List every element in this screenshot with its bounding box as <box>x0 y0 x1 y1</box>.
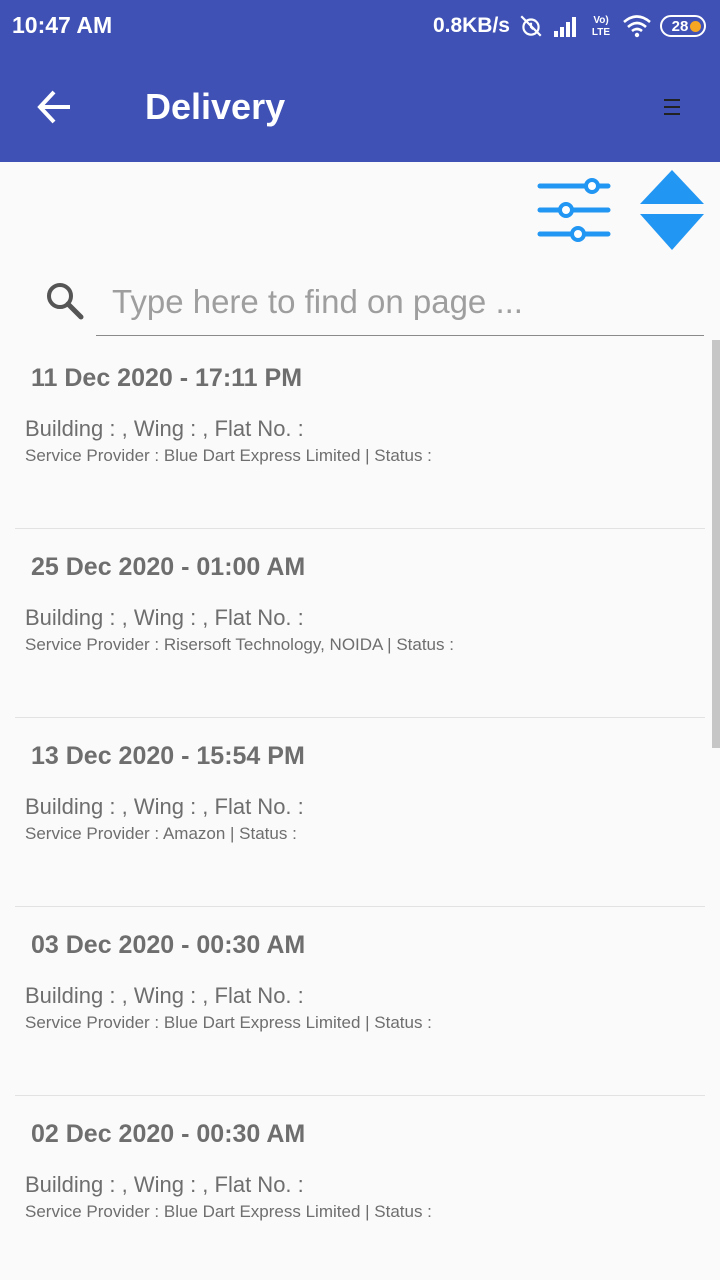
delivery-address: Building : , Wing : , Flat No. : <box>25 983 304 1008</box>
list-item[interactable]: 25 Dec 2020 - 01:00 AM Building : , Wing… <box>15 529 705 718</box>
delivery-datetime: 02 Dec 2020 - 00:30 AM <box>31 1120 306 1148</box>
list-item[interactable]: 02 Dec 2020 - 00:30 AM Building : , Wing… <box>15 1096 705 1280</box>
network-speed: 0.8KB/s <box>432 14 510 37</box>
search-input[interactable] <box>96 268 704 336</box>
status-icons: 0.8KB/s Vo) LTE 28 <box>433 10 706 42</box>
list-scrollbar[interactable] <box>712 340 720 748</box>
delivery-datetime: 03 Dec 2020 - 00:30 AM <box>31 931 306 959</box>
wifi-icon <box>622 14 652 38</box>
delivery-datetime: 13 Dec 2020 - 15:54 PM <box>31 742 305 770</box>
battery-icon: 28 <box>660 15 706 37</box>
delivery-provider-status: Service Provider : Blue Dart Express Lim… <box>25 1013 432 1032</box>
delivery-datetime: 11 Dec 2020 - 17:11 PM <box>31 364 303 392</box>
alarm-off-icon <box>518 13 544 39</box>
battery-charge-dot <box>690 21 701 32</box>
list-item[interactable]: 13 Dec 2020 - 15:54 PM Building : , Wing… <box>15 718 705 907</box>
delivery-address: Building : , Wing : , Flat No. : <box>25 1172 304 1197</box>
battery-level: 28 <box>671 17 689 35</box>
delivery-address: Building : , Wing : , Flat No. : <box>25 605 304 630</box>
filter-sliders-icon[interactable] <box>534 170 616 250</box>
signal-icon <box>552 15 580 37</box>
delivery-list: 11 Dec 2020 - 17:11 PM Building : , Wing… <box>0 340 720 1280</box>
status-bar: 10:47 AM 0.8KB/s Vo) LTE 28 <box>0 0 720 52</box>
search-icon <box>44 280 84 320</box>
search-bar <box>0 268 720 338</box>
delivery-address: Building : , Wing : , Flat No. : <box>25 794 304 819</box>
delivery-provider-status: Service Provider : Risersoft Technology,… <box>25 635 454 654</box>
sort-updown-icon[interactable] <box>638 168 706 252</box>
volte-icon: Vo) LTE <box>588 13 614 39</box>
delivery-provider-status: Service Provider : Amazon | Status : <box>25 824 297 843</box>
svg-text:LTE: LTE <box>592 27 610 38</box>
delivery-address: Building : , Wing : , Flat No. : <box>25 416 304 441</box>
delivery-datetime: 25 Dec 2020 - 01:00 AM <box>31 553 306 581</box>
delivery-provider-status: Service Provider : Blue Dart Express Lim… <box>25 446 432 465</box>
list-item[interactable]: 11 Dec 2020 - 17:11 PM Building : , Wing… <box>15 340 705 529</box>
list-tools <box>534 168 706 252</box>
arrow-back-icon[interactable] <box>34 86 76 128</box>
menu-icon[interactable] <box>660 96 684 118</box>
svg-text:Vo): Vo) <box>593 15 608 26</box>
page-title: Delivery <box>145 86 286 127</box>
list-item[interactable]: 03 Dec 2020 - 00:30 AM Building : , Wing… <box>15 907 705 1096</box>
app-bar: Delivery <box>0 52 720 162</box>
status-time: 10:47 AM <box>12 12 113 38</box>
delivery-provider-status: Service Provider : Blue Dart Express Lim… <box>25 1202 432 1221</box>
